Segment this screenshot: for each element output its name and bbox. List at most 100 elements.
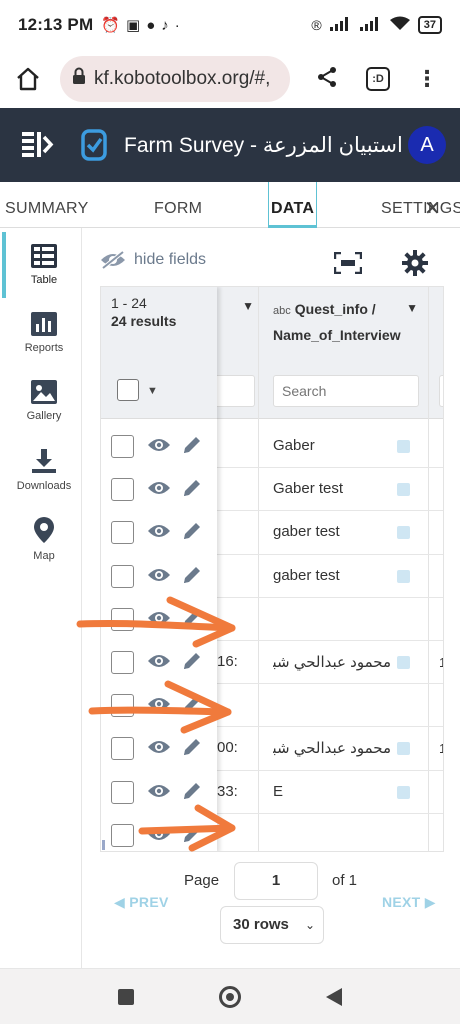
tab-settings[interactable]: SETTINGS: [381, 182, 460, 228]
recents-icon[interactable]: [118, 989, 134, 1005]
lock-icon: [72, 67, 86, 91]
map-pin-icon: [34, 517, 54, 543]
row-checkbox[interactable]: [111, 435, 134, 458]
pencil-icon[interactable]: [181, 823, 203, 850]
row-actions: [101, 598, 217, 641]
pencil-icon[interactable]: [181, 477, 203, 504]
page-label: Page: [184, 872, 220, 889]
row-checkbox[interactable]: [111, 607, 134, 631]
row-actions: [101, 814, 217, 851]
pencil-icon[interactable]: [181, 564, 203, 591]
cell-name: E: [273, 782, 284, 800]
pencil-icon[interactable]: [181, 650, 203, 677]
tabs-button[interactable]: :D: [366, 67, 390, 91]
screenshot-icon: ▣: [126, 17, 141, 34]
eye-icon[interactable]: [147, 783, 171, 804]
sidebar-item-table[interactable]: Table: [6, 244, 82, 286]
wifi-icon: [389, 16, 410, 34]
open-link-icon[interactable]: [397, 569, 410, 583]
share-icon[interactable]: [316, 66, 338, 93]
signal-icon: [359, 16, 382, 34]
row-checkbox[interactable]: [111, 478, 134, 502]
cell-submission-time: 33:: [217, 782, 238, 800]
status-bar: 12:13 PM ⏰ ▣ ● ♪ · ® 37: [0, 0, 460, 50]
eye-icon[interactable]: [147, 610, 171, 631]
eye-icon[interactable]: [147, 480, 171, 501]
eye-icon[interactable]: [147, 523, 171, 544]
tab-data[interactable]: DATA: [268, 182, 318, 228]
close-icon[interactable]: ✕: [424, 196, 441, 221]
row-actions: [101, 425, 217, 468]
project-title: Farm Survey - استبيان المزرعة: [124, 133, 403, 157]
url-bar[interactable]: kf.kobotoolbox.org/#,: [60, 56, 290, 102]
pencil-icon[interactable]: [181, 607, 203, 634]
table-icon: [31, 244, 57, 268]
column-filter-input[interactable]: [217, 375, 255, 407]
tab-summary[interactable]: SUMMARY: [5, 182, 89, 228]
results-count: 24 results: [111, 313, 177, 329]
row-checkbox[interactable]: [111, 823, 134, 847]
cell-name: gaber test: [273, 523, 340, 541]
cell-submission-time: 00:: [217, 739, 238, 757]
eye-icon[interactable]: [147, 826, 171, 847]
row-checkbox[interactable]: [111, 521, 134, 545]
sidebar-item-gallery[interactable]: Gallery: [6, 380, 82, 422]
tab-bar: SUMMARY FORM DATA SETTINGS ✕: [0, 182, 460, 228]
eye-icon[interactable]: [147, 739, 171, 760]
sidebar-item-map[interactable]: Map: [6, 516, 82, 562]
scrollbar-thumb[interactable]: [102, 840, 105, 850]
open-link-icon[interactable]: [397, 742, 410, 756]
cell-name: gaber test: [273, 566, 340, 584]
row-actions: [101, 727, 217, 770]
select-all-checkbox[interactable]: [117, 379, 139, 401]
sidebar-item-downloads[interactable]: Downloads: [6, 448, 82, 492]
form-deployed-icon: [80, 128, 108, 162]
open-link-icon[interactable]: [397, 526, 410, 540]
back-icon[interactable]: [326, 988, 342, 1006]
cell-next-column: 1: [439, 741, 443, 756]
home-nav-icon[interactable]: [219, 986, 241, 1008]
hide-fields-button[interactable]: hide fields: [100, 250, 206, 270]
prev-button[interactable]: ◀ PREV: [114, 894, 169, 911]
fullscreen-icon[interactable]: [333, 251, 363, 279]
dot-icon: ·: [174, 16, 180, 34]
pencil-icon[interactable]: [181, 780, 203, 807]
page-number-input[interactable]: 1: [234, 862, 318, 900]
next-button[interactable]: NEXT ▶: [382, 894, 436, 911]
overflow-menu-icon[interactable]: ⋮: [416, 66, 438, 92]
open-link-icon[interactable]: [397, 440, 410, 453]
open-link-icon[interactable]: [397, 785, 410, 799]
column-sort-icon[interactable]: ▼: [406, 301, 418, 315]
open-link-icon[interactable]: [397, 483, 410, 497]
eye-icon[interactable]: [147, 437, 171, 458]
row-checkbox[interactable]: [111, 564, 134, 588]
tab-form[interactable]: FORM: [154, 182, 202, 228]
search-input[interactable]: [273, 375, 419, 407]
pencil-icon[interactable]: [181, 693, 203, 720]
cell-submission-time: 16:: [217, 653, 238, 670]
row-checkbox[interactable]: [111, 694, 134, 718]
sidebar-item-reports[interactable]: Reports: [6, 312, 82, 354]
rows-per-page-select[interactable]: 30 rows ⌄: [220, 906, 324, 944]
column-sort-icon[interactable]: ▼: [242, 299, 254, 313]
row-checkbox[interactable]: [111, 780, 134, 804]
row-checkbox[interactable]: [111, 651, 134, 674]
home-icon[interactable]: [12, 63, 44, 95]
column-filter-input[interactable]: [439, 375, 443, 407]
eye-icon[interactable]: [147, 653, 171, 674]
row-checkbox[interactable]: [111, 737, 134, 761]
pencil-icon[interactable]: [181, 736, 203, 763]
eye-icon[interactable]: [147, 696, 171, 717]
row-actions-column: 1 - 24 24 results ▼: [101, 287, 217, 851]
menu-toggle-icon[interactable]: [20, 128, 54, 162]
chevron-down-icon[interactable]: ▼: [147, 385, 158, 397]
open-link-icon[interactable]: [397, 656, 410, 669]
avatar[interactable]: A: [408, 126, 446, 164]
gear-icon[interactable]: [402, 250, 428, 281]
browser-bar: kf.kobotoolbox.org/#, :D ⋮: [0, 50, 460, 108]
signal-icon: [329, 16, 352, 34]
cell-name: Gaber: [273, 437, 315, 454]
pencil-icon[interactable]: [181, 520, 203, 547]
eye-icon[interactable]: [147, 567, 171, 588]
pencil-icon[interactable]: [181, 434, 203, 461]
